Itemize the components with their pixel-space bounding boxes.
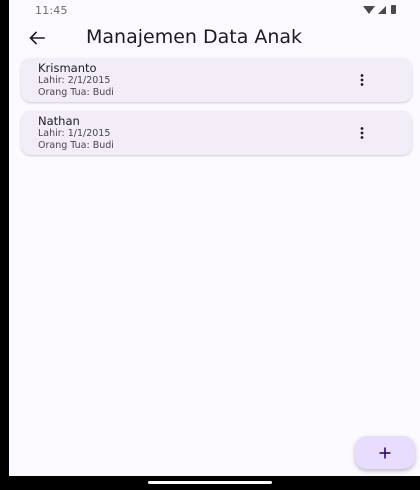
more-options-button[interactable] [352,70,372,90]
child-name: Krismanto [38,61,97,75]
status-bar: 11:45 [9,0,420,22]
device-bezel-left [0,0,9,490]
battery-icon [391,5,396,14]
child-birth-date: Lahir: 1/1/2015 [38,128,111,139]
back-button[interactable] [23,24,51,52]
wifi-icon [363,5,375,14]
child-card[interactable]: Nathan Lahir: 1/1/2015 Orang Tua: Budi [21,111,412,155]
more-vert-icon [360,74,364,86]
plus-icon [379,447,391,458]
signal-icon [378,5,386,14]
more-options-button[interactable] [352,123,372,143]
device-frame: 11:45 Manajemen Data Anak Krismanto Lahi… [0,0,420,490]
arrow-back-icon [29,31,45,45]
status-icons [363,5,396,14]
add-child-button[interactable] [355,436,415,469]
app-screen: 11:45 Manajemen Data Anak Krismanto Lahi… [9,0,420,476]
child-card[interactable]: Krismanto Lahir: 2/1/2015 Orang Tua: Bud… [21,58,412,102]
child-name: Nathan [38,114,80,128]
home-indicator[interactable] [148,481,272,484]
child-birth-date: Lahir: 2/1/2015 [38,75,111,86]
status-time: 11:45 [35,4,68,17]
more-vert-icon [360,127,364,139]
app-bar: Manajemen Data Anak [9,22,420,54]
child-parent: Orang Tua: Budi [38,140,114,151]
child-parent: Orang Tua: Budi [38,87,114,98]
page-title: Manajemen Data Anak [86,26,303,48]
child-list: Krismanto Lahir: 2/1/2015 Orang Tua: Bud… [21,58,412,164]
